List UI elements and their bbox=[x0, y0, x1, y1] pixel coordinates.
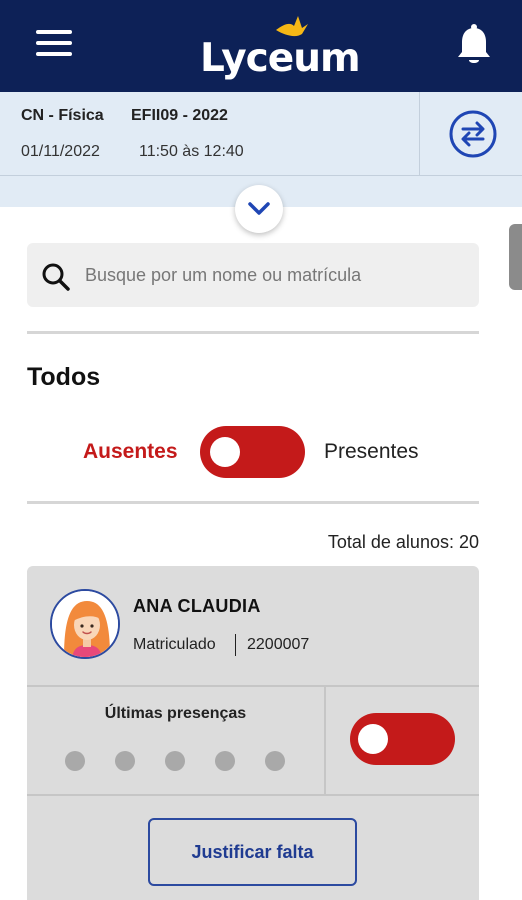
presence-dot bbox=[265, 751, 285, 771]
class-subject: CN - Física bbox=[21, 107, 104, 124]
swap-arrows-icon bbox=[449, 110, 497, 158]
student-status: Matriculado bbox=[133, 636, 216, 653]
toggle-knob bbox=[358, 724, 388, 754]
student-name: ANA CLAUDIA bbox=[133, 596, 261, 616]
total-students: Total de alunos: 20 bbox=[327, 532, 479, 552]
divider bbox=[27, 501, 479, 504]
class-info-panel bbox=[0, 92, 522, 176]
expand-class-info-button[interactable] bbox=[235, 185, 283, 233]
scrollbar-thumb[interactable] bbox=[509, 224, 522, 290]
logo-text: Lyceum bbox=[200, 36, 361, 81]
student-info-separator bbox=[235, 634, 236, 656]
absent-label: Ausentes bbox=[83, 440, 178, 463]
filter-title: Todos bbox=[27, 363, 101, 391]
class-date: 01/11/2022 bbox=[21, 143, 100, 160]
search-input[interactable] bbox=[85, 243, 469, 307]
divider bbox=[27, 331, 479, 334]
justify-absence-button[interactable]: Justificar falta bbox=[148, 818, 357, 886]
hamburger-menu-line bbox=[36, 52, 72, 56]
presence-dot bbox=[165, 751, 185, 771]
hamburger-menu-line bbox=[36, 41, 72, 45]
card-divider bbox=[27, 794, 479, 796]
avatar bbox=[50, 589, 120, 659]
last-presences-title: Últimas presenças bbox=[104, 705, 247, 722]
student-attendance-toggle[interactable] bbox=[350, 713, 455, 765]
student-id: 2200007 bbox=[247, 636, 310, 653]
presence-dot bbox=[65, 751, 85, 771]
presence-dot bbox=[115, 751, 135, 771]
swap-class-button[interactable] bbox=[447, 108, 499, 160]
class-code: EFII09 - 2022 bbox=[131, 107, 228, 124]
notifications-button[interactable] bbox=[454, 24, 494, 68]
class-time: 11:50 às 12:40 bbox=[139, 143, 244, 160]
class-info-divider bbox=[419, 92, 420, 176]
absent-present-toggle[interactable] bbox=[200, 426, 305, 478]
toggle-knob bbox=[210, 437, 240, 467]
chevron-down-icon bbox=[248, 202, 270, 215]
lyceum-logo: Lyceum bbox=[196, 14, 361, 84]
search-box bbox=[27, 243, 479, 307]
search-icon bbox=[42, 263, 70, 291]
present-label: Presentes bbox=[324, 440, 419, 463]
bird-logo-icon bbox=[276, 16, 308, 37]
card-divider-vertical bbox=[324, 687, 326, 794]
card-divider bbox=[27, 685, 479, 687]
menu-button[interactable] bbox=[36, 30, 74, 62]
hamburger-menu-icon bbox=[36, 30, 72, 34]
presence-dot bbox=[215, 751, 235, 771]
bell-icon bbox=[458, 24, 490, 63]
